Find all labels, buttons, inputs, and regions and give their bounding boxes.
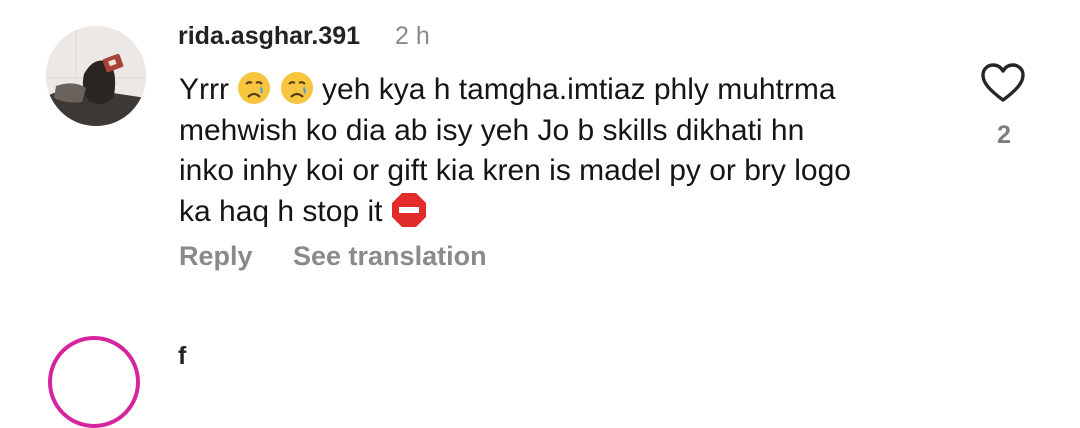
crying-face-icon (280, 72, 313, 104)
comment-text-line3: inko inhy koi or gift kia kren is madel … (179, 154, 851, 187)
comment-text: Yrrr yeh kya h tamgha.imtiaz phly muhtrm… (179, 70, 939, 232)
reply-button[interactable]: Reply (179, 241, 253, 272)
comment-text-line1-end: yeh kya h tamgha.imtiaz phly muhtrma (322, 73, 836, 106)
comment-text-line4: ka haq h stop it (179, 194, 383, 228)
next-comment-avatar[interactable] (48, 336, 140, 428)
see-translation-button[interactable]: See translation (293, 241, 487, 272)
like-count: 2 (997, 121, 1011, 149)
stop-sign-icon (391, 192, 426, 227)
comment-text-line2: mehwish ko dia ab isy yeh Jo b skills di… (179, 113, 805, 147)
crying-face-icon (238, 72, 271, 104)
next-comment-username[interactable]: f (178, 342, 186, 371)
comment-text-line1-start: Yrrr (179, 73, 229, 106)
comment-timestamp: 2 h (395, 22, 430, 50)
heart-icon[interactable] (980, 62, 1026, 104)
comment-username[interactable]: rida.asghar.391 (178, 22, 360, 51)
avatar[interactable] (46, 26, 146, 126)
